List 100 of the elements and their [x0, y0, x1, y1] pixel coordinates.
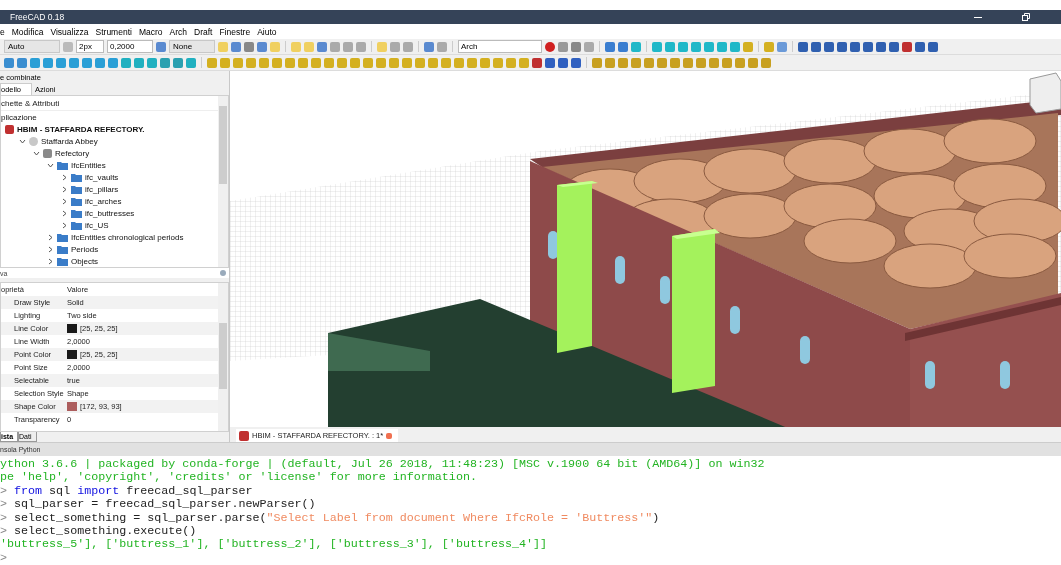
- chevron-down-icon[interactable]: [47, 161, 54, 169]
- console-line: >: [0, 551, 8, 565]
- toolbar-icon[interactable]: [121, 57, 131, 68]
- toolbar-icon[interactable]: [545, 57, 555, 68]
- toolbar-icon[interactable]: [532, 57, 542, 68]
- toolbar-icon[interactable]: [777, 41, 787, 52]
- console-line: > select_something.execute(): [0, 524, 198, 539]
- toolbar-icon[interactable]: [618, 41, 628, 52]
- color-swatch[interactable]: [67, 402, 77, 411]
- console-line: pe 'help', 'copyright', 'credits' or 'license' for more information.: [0, 471, 478, 485]
- tree-item[interactable]: ifc_pillars: [85, 184, 119, 194]
- folder-icon: [57, 160, 68, 170]
- chevron-right-icon[interactable]: [61, 173, 68, 181]
- toolbar-icon[interactable]: [558, 41, 568, 52]
- color-swatch[interactable]: [67, 324, 77, 333]
- tree-item[interactable]: Refectory: [55, 148, 90, 158]
- chevron-right-icon[interactable]: [61, 185, 68, 193]
- toolbar-icon[interactable]: [798, 41, 808, 52]
- toolbar-icon[interactable]: [571, 41, 581, 52]
- toolbar-icon[interactable]: [231, 41, 241, 52]
- tree-item[interactable]: ifc_arches: [85, 196, 122, 206]
- tree-item[interactable]: Objects: [71, 256, 99, 266]
- toolbar-icon[interactable]: [545, 41, 555, 52]
- toolbar-icon[interactable]: [43, 57, 53, 68]
- chevron-right-icon[interactable]: [47, 257, 54, 265]
- toolbar-icon[interactable]: [244, 41, 254, 52]
- chevron-right-icon[interactable]: [47, 233, 54, 241]
- color-swatch[interactable]: [67, 350, 77, 359]
- console-line: ython 3.6.6 | packaged by conda-forge | (default, Jul 26 2018, 11:48:23) [MSC v.1900 64 bit (AMD64)] on win32: [0, 458, 766, 472]
- close-icon[interactable]: [386, 432, 393, 439]
- menu-item[interactable]: Draft: [194, 26, 213, 37]
- toolbar-icon[interactable]: [928, 41, 938, 52]
- document-icon: [5, 124, 14, 134]
- chevron-right-icon[interactable]: [61, 209, 68, 217]
- tree-item[interactable]: ifc_vaults: [85, 172, 119, 182]
- toolbar-icon[interactable]: [69, 57, 79, 68]
- toolbar-icon[interactable]: [915, 41, 925, 52]
- folder-icon: [71, 196, 82, 206]
- tree-item[interactable]: Periods: [71, 244, 99, 254]
- toolbar-icon[interactable]: [156, 41, 166, 52]
- menu-item[interactable]: Aiuto: [257, 26, 277, 37]
- toolbar-icon[interactable]: [160, 57, 170, 68]
- chevron-down-icon[interactable]: [33, 149, 40, 157]
- tree-item[interactable]: ifc_buttresses: [85, 208, 135, 218]
- menu-item[interactable]: Modifica: [11, 26, 44, 37]
- folder-icon: [71, 172, 82, 182]
- toolbar-icon[interactable]: [134, 57, 144, 68]
- menu-item[interactable]: Strumenti: [95, 26, 132, 37]
- toolbar-icon[interactable]: [17, 57, 27, 68]
- material-button[interactable]: None: [169, 40, 215, 53]
- toolbar-icon[interactable]: [876, 41, 886, 52]
- chevron-down-icon[interactable]: [19, 137, 26, 145]
- document-icon: [239, 430, 249, 441]
- line-width-field[interactable]: 2px: [76, 40, 104, 53]
- toolbar-icon[interactable]: [863, 41, 873, 52]
- toolbar-icon[interactable]: [571, 57, 581, 68]
- model-view-drawing[interactable]: [230, 71, 1061, 427]
- tree-item[interactable]: ifc_US: [85, 220, 109, 230]
- menu-item[interactable]: Arch: [169, 26, 187, 37]
- scrollbar[interactable]: [218, 283, 228, 431]
- menu-item[interactable]: Visualizza: [50, 26, 89, 37]
- tree-item[interactable]: Staffarda Abbey: [41, 136, 98, 146]
- toolbar-icon[interactable]: [186, 57, 196, 68]
- folder-icon: [57, 244, 68, 254]
- folder-icon: [71, 220, 82, 230]
- chevron-right-icon[interactable]: [47, 245, 54, 253]
- toolbar-icon[interactable]: [824, 41, 834, 52]
- toolbar-icon[interactable]: [317, 41, 327, 52]
- toolbar-icon[interactable]: [108, 57, 118, 68]
- chevron-right-icon[interactable]: [61, 197, 68, 205]
- menu-item[interactable]: Macro: [138, 26, 163, 37]
- toolbar-icon[interactable]: [95, 57, 105, 68]
- console-line: 'buttress_5'], ['buttress_1'], ['buttress_2'], ['buttress_3'], ['buttress_4']]: [0, 538, 549, 552]
- toolbar-icon[interactable]: [558, 57, 568, 68]
- workbench-dropdown[interactable]: Arch: [458, 40, 542, 53]
- toolbar-icon[interactable]: [257, 41, 267, 52]
- restore-icon[interactable]: [1021, 13, 1031, 21]
- toolbar-icon[interactable]: [173, 57, 183, 68]
- folder-icon: [57, 256, 68, 266]
- toolbar-icon[interactable]: [82, 57, 92, 68]
- toolbar-icon[interactable]: [147, 57, 157, 68]
- toolbar-icon[interactable]: [837, 41, 847, 52]
- chevron-right-icon[interactable]: [61, 221, 68, 229]
- point-size-field[interactable]: 0,2000: [107, 40, 153, 53]
- scrollbar[interactable]: [218, 96, 228, 267]
- toolbar-icon[interactable]: [30, 57, 40, 68]
- toolbar-icon[interactable]: [902, 41, 912, 52]
- toolbar-icon[interactable]: [4, 57, 14, 68]
- menu-item[interactable]: Finestre: [219, 26, 251, 37]
- toolbar-icon[interactable]: [605, 41, 615, 52]
- tree-item[interactable]: IfcEntities chronological periods: [71, 232, 184, 242]
- toolbar-icon[interactable]: [811, 41, 821, 52]
- toolbar-icon[interactable]: [56, 57, 66, 68]
- toolbar-icon[interactable]: [889, 41, 899, 52]
- menu-item[interactable]: e: [0, 26, 5, 37]
- tree-item[interactable]: HBIM - STAFFARDA REFECTORY.: [17, 124, 145, 134]
- tree-item[interactable]: IfcEntities: [71, 160, 106, 170]
- toolbar-icon[interactable]: [850, 41, 860, 52]
- draw-mode-button[interactable]: Auto: [4, 40, 60, 53]
- toolbar-icon[interactable]: [424, 41, 434, 52]
